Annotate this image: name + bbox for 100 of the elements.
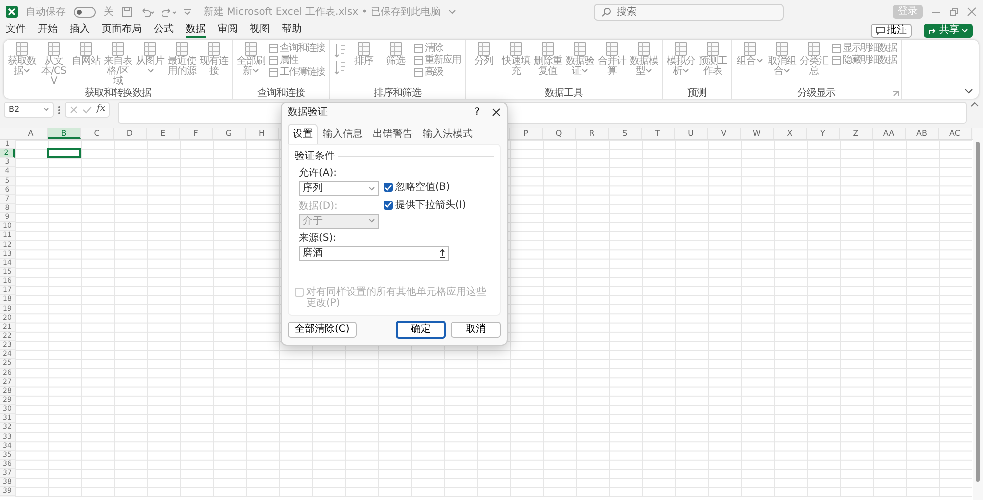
column-header[interactable]: F <box>180 128 213 139</box>
ribbon-button[interactable]: 合并计算 <box>597 41 627 88</box>
column-header[interactable]: T <box>642 128 675 139</box>
ribbon-button[interactable]: 隐藏明细数据 <box>832 55 897 66</box>
ribbon-button[interactable]: 排序 <box>349 41 379 88</box>
dialog-tab[interactable]: 设置 <box>288 124 318 144</box>
column-header[interactable]: U <box>675 128 708 139</box>
column-header[interactable]: AC <box>939 128 972 139</box>
ribbon-button[interactable]: 数据模型 <box>629 41 659 88</box>
column-header[interactable]: C <box>81 128 114 139</box>
dialog-tab[interactable]: 输入法模式 <box>418 124 478 144</box>
sort-icon[interactable] <box>334 43 346 59</box>
selected-cell[interactable] <box>47 148 81 158</box>
close-icon[interactable] <box>492 108 501 116</box>
source-field[interactable]: 磨酒 <box>299 246 449 261</box>
group-label: 排序和筛选 <box>374 88 422 99</box>
column-header[interactable]: AB <box>906 128 939 139</box>
customize-icon[interactable] <box>184 9 191 15</box>
menu-tab[interactable]: 视图 <box>250 24 270 38</box>
ribbon-button[interactable]: 删除重复值 <box>533 41 563 88</box>
cancel-icon[interactable] <box>70 106 78 114</box>
comments-button[interactable]: 批注 <box>870 24 912 38</box>
dialog-title: 数据验证 <box>288 106 329 120</box>
ribbon-button[interactable]: 现有连接 <box>199 41 229 88</box>
ribbon-button[interactable]: 高级 <box>414 67 461 78</box>
ribbon-button[interactable]: 分类汇总 <box>799 41 829 88</box>
range-select-icon[interactable] <box>440 249 445 258</box>
column-header[interactable]: W <box>741 128 774 139</box>
help-button[interactable]: ? <box>468 104 486 120</box>
checkbox-label[interactable]: 忽略空值(B) <box>396 180 450 195</box>
column-header[interactable]: B <box>48 128 81 139</box>
column-header[interactable]: AA <box>873 128 906 139</box>
column-header[interactable]: R <box>576 128 609 139</box>
ribbon-button[interactable]: 清除 <box>414 43 461 54</box>
menu-tab[interactable]: 审阅 <box>218 24 238 38</box>
allow-dropdown[interactable]: 序列 <box>299 181 379 196</box>
dialog-launcher-icon[interactable] <box>893 91 899 97</box>
ribbon-button[interactable]: 最近使用的源 <box>167 41 197 88</box>
column-header[interactable]: D <box>114 128 147 139</box>
ribbon-button[interactable]: 工作簿链接 <box>269 67 325 78</box>
save-icon[interactable] <box>122 7 132 17</box>
ribbon-button[interactable]: 从图片 <box>135 41 165 88</box>
menu-tab[interactable]: 数据 <box>186 24 206 38</box>
menu-tab[interactable]: 插入 <box>70 24 90 38</box>
column-header[interactable]: P <box>510 128 543 139</box>
ribbon-button[interactable]: 预测工作表 <box>698 41 728 88</box>
ribbon-button[interactable]: 全部刷新 <box>236 41 266 88</box>
enter-icon[interactable] <box>83 106 92 114</box>
dialog-tab[interactable]: 出错警告 <box>368 124 418 144</box>
column-header[interactable]: G <box>213 128 246 139</box>
ribbon-button[interactable]: 显示明细数据 <box>832 43 897 54</box>
menu-tab[interactable]: 文件 <box>6 24 26 38</box>
column-header[interactable]: H <box>246 128 279 139</box>
dialog-tab[interactable]: 输入信息 <box>318 124 368 144</box>
column-header[interactable]: Q <box>543 128 576 139</box>
ribbon-button[interactable]: 自网站 <box>71 41 101 88</box>
ribbon-button[interactable]: 查询和连接 <box>269 43 325 54</box>
caret-icon <box>962 29 968 33</box>
share-button[interactable]: 共享 <box>924 24 973 38</box>
expand-icon[interactable] <box>971 102 979 107</box>
sort-icon[interactable] <box>334 60 346 76</box>
clear-all-button[interactable]: 全部清除(C) <box>288 322 357 338</box>
menu-tab[interactable]: 开始 <box>38 24 58 38</box>
search-field[interactable]: 搜索 <box>594 4 784 20</box>
column-header[interactable]: X <box>774 128 807 139</box>
ribbon-button[interactable]: 取消组合 <box>767 41 797 88</box>
ribbon-button[interactable]: 组合 <box>735 41 765 88</box>
table-icon <box>269 44 278 53</box>
collapse-ribbon-icon[interactable] <box>965 89 973 94</box>
name-box[interactable]: B2 <box>4 102 54 118</box>
ribbon-button[interactable]: 分列 <box>469 41 499 88</box>
ribbon-button[interactable]: 模拟分析 <box>666 41 696 88</box>
ok-button[interactable]: 确定 <box>396 321 446 339</box>
checkbox[interactable] <box>384 183 393 192</box>
undo-icon[interactable] <box>140 7 154 17</box>
insert-function-button[interactable]: fx <box>97 103 106 117</box>
ribbon-button[interactable]: 来自表格/区域 <box>103 41 133 88</box>
column-header[interactable]: E <box>147 128 180 139</box>
ribbon-button[interactable]: 数据验证 <box>565 41 595 88</box>
ribbon-button[interactable]: 重新应用 <box>414 55 461 66</box>
redo-icon[interactable] <box>162 7 176 17</box>
chevron-down-icon[interactable] <box>448 10 456 14</box>
ribbon-button[interactable]: 从文本/CSV <box>39 41 69 88</box>
menu-tab[interactable]: 帮助 <box>282 24 302 38</box>
cancel-button[interactable]: 取消 <box>451 322 501 338</box>
autosave-toggle[interactable] <box>74 6 96 18</box>
menu-tab[interactable]: 页面布局 <box>102 24 142 38</box>
ribbon-button[interactable]: 快速填充 <box>501 41 531 88</box>
column-header[interactable]: V <box>708 128 741 139</box>
ribbon-button[interactable]: 属性 <box>269 55 325 66</box>
restore-icon[interactable] <box>949 7 959 17</box>
ribbon-button[interactable]: 筛选 <box>381 41 411 88</box>
checkbox-label[interactable]: 提供下拉箭头(I) <box>396 198 466 212</box>
column-header[interactable]: S <box>609 128 642 139</box>
document-title[interactable]: 新建 Microsoft Excel 工作表.xlsx • 已保存到此电脑 <box>204 4 441 20</box>
ribbon-button[interactable]: 获取数据 <box>7 41 37 88</box>
checkbox[interactable] <box>384 200 393 210</box>
column-header[interactable]: Z <box>840 128 873 139</box>
column-header[interactable]: Y <box>807 128 840 139</box>
menu-tab[interactable]: 公式 <box>154 24 174 38</box>
